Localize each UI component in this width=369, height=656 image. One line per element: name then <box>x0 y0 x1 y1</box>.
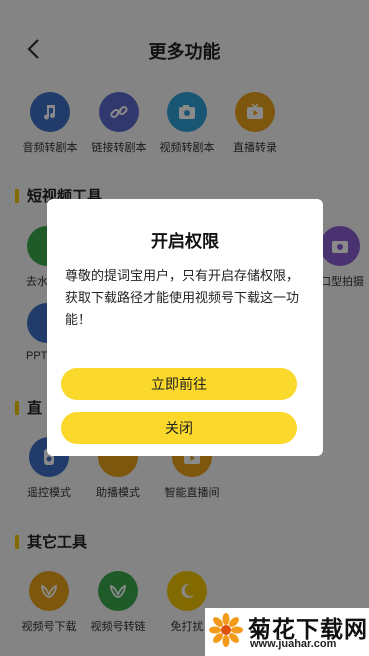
flower-logo-icon <box>209 613 243 647</box>
permission-dialog: 开启权限 尊敬的提词宝用户，只有开启存储权限，获取下载路径才能使用视频号下载这一… <box>47 199 323 456</box>
go-now-button[interactable]: 立即前往 <box>61 368 297 400</box>
watermark-url: www.juahar.com <box>250 638 337 650</box>
page: 更多功能 音频转剧本 链接转剧本 视频转剧本 直播转录 短视频工具 去水 口型拍 <box>0 0 369 656</box>
dialog-message: 尊敬的提词宝用户，只有开启存储权限，获取下载路径才能使用视频号下载这一功能！ <box>65 268 300 327</box>
dialog-title: 开启权限 <box>151 232 219 251</box>
site-watermark: 菊花下载网 www.juahar.com <box>205 608 369 656</box>
close-button[interactable]: 关闭 <box>61 412 297 444</box>
